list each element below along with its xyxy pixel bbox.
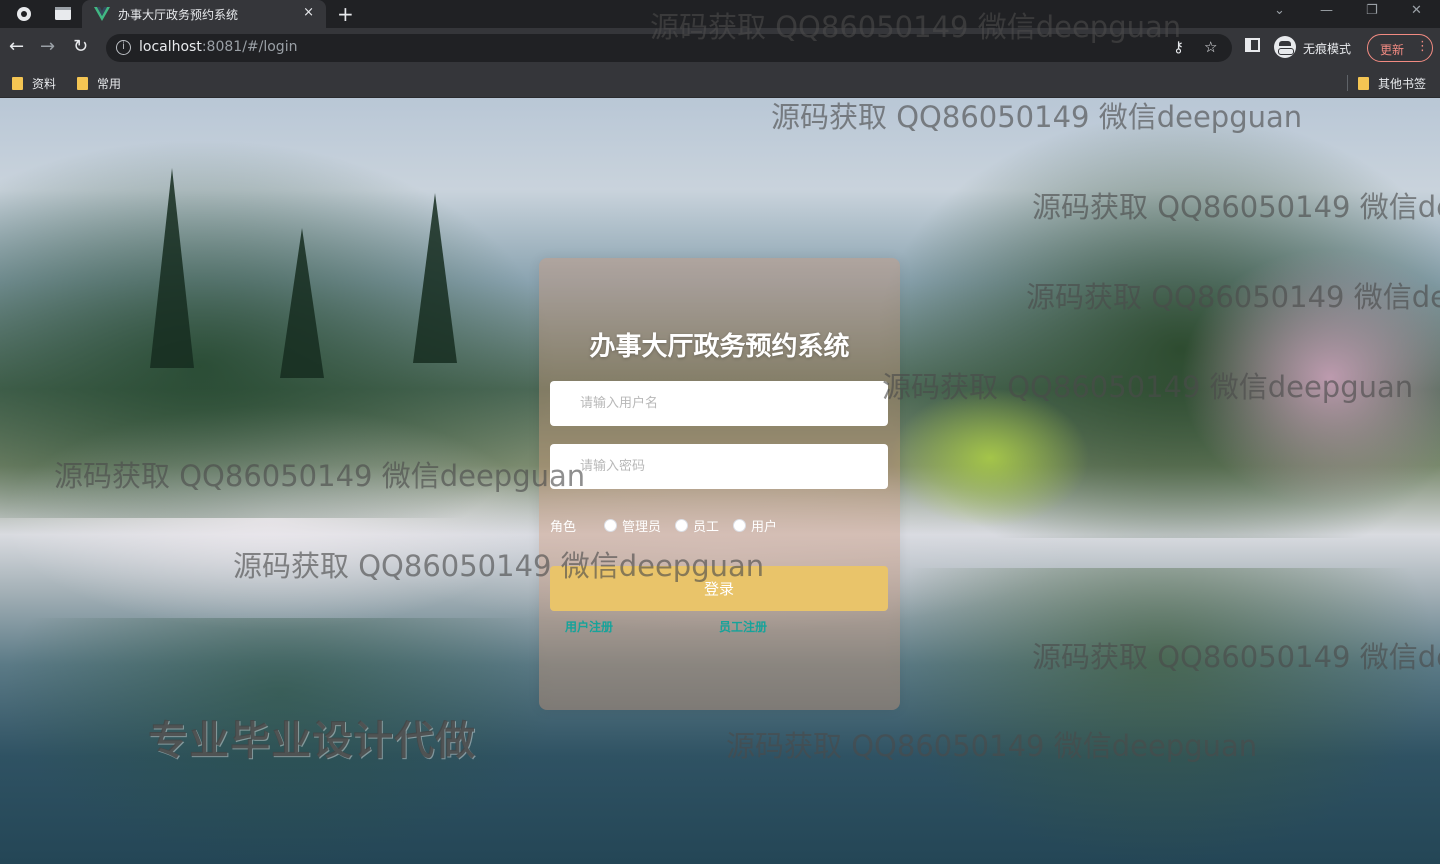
- watermark-text: 源码获取 QQ86050149 微信deepguan: [726, 729, 1258, 763]
- forward-icon[interactable]: →: [40, 36, 55, 57]
- url-text: localhost:8081/#/login: [139, 39, 298, 55]
- folder-icon: [1358, 76, 1369, 90]
- role-option-user[interactable]: 用户: [751, 516, 777, 535]
- bookmark-folder-changyong[interactable]: 常用: [77, 74, 121, 92]
- watermark-text: 源码获取 QQ86050149 微信deepguan: [1032, 640, 1440, 674]
- reload-icon[interactable]: ↻: [73, 36, 88, 57]
- watermark-text: 源码获取 QQ86050149 微信deepguan: [882, 370, 1414, 404]
- globe-icon[interactable]: [14, 4, 34, 24]
- folder-icon: [77, 76, 88, 90]
- role-label: 角色: [550, 519, 577, 535]
- info-icon[interactable]: i: [116, 40, 131, 55]
- role-selector: 角色 管理员 员工 用户: [550, 516, 791, 535]
- tab-title: 办事大厅政务预约系统: [118, 8, 239, 22]
- other-bookmarks[interactable]: 其他书签: [1358, 74, 1426, 92]
- star-icon[interactable]: ☆: [1204, 38, 1217, 56]
- watermark-text: 源码获取 QQ86050149 微信deepguan: [771, 100, 1303, 134]
- tab-strip-icon[interactable]: [53, 4, 73, 24]
- tab-search-icon[interactable]: ⌄: [1274, 3, 1285, 18]
- watermark-text: 源码获取 QQ86050149 微信deepguan: [650, 10, 1182, 44]
- watermark-text: 源码获取 QQ86050149 微信deepguan: [233, 549, 765, 583]
- incognito-icon: [1274, 36, 1296, 58]
- password-input[interactable]: [550, 444, 888, 489]
- staff-register-link[interactable]: 员工注册: [719, 618, 767, 635]
- watermark-text: 源码获取 QQ86050149 微信deepguan: [1026, 280, 1440, 314]
- user-register-link[interactable]: 用户注册: [565, 618, 613, 635]
- close-window-icon[interactable]: ✕: [1411, 3, 1422, 18]
- login-page-background: 办事大厅政务预约系统 角色 管理员 员工 用户 登录 用户注册 员工注册 源码获…: [0, 98, 1440, 864]
- minimize-icon[interactable]: —: [1320, 3, 1333, 18]
- role-radio-staff[interactable]: [675, 518, 689, 532]
- update-button[interactable]: 更新 ⋮: [1367, 34, 1433, 62]
- bookmarks-bar: 资料 常用 其他书签: [0, 68, 1440, 98]
- new-tab-button[interactable]: +: [337, 2, 354, 26]
- restore-icon[interactable]: ❐: [1366, 3, 1378, 18]
- system-title: 办事大厅政务预约系统: [589, 332, 850, 362]
- side-panel-icon[interactable]: [1245, 38, 1260, 52]
- promo-watermark: 专业毕业设计代做: [148, 718, 476, 764]
- lake-reflection-right: [880, 568, 1440, 864]
- watermark-text: 源码获取 QQ86050149 微信deepguan: [1032, 190, 1440, 224]
- pine-tree: [413, 193, 457, 363]
- menu-dots-icon: ⋮: [1416, 39, 1429, 54]
- username-input[interactable]: [550, 381, 888, 426]
- folder-icon: [12, 76, 23, 90]
- role-option-staff[interactable]: 员工: [693, 516, 719, 535]
- incognito-label[interactable]: 无痕模式: [1303, 40, 1351, 57]
- role-option-admin[interactable]: 管理员: [622, 516, 661, 535]
- vue-favicon-icon: [92, 4, 112, 24]
- tab-close-icon[interactable]: ×: [303, 5, 314, 20]
- pine-tree: [150, 168, 194, 368]
- role-radio-admin[interactable]: [604, 518, 618, 532]
- login-card: 办事大厅政务预约系统 角色 管理员 员工 用户 登录 用户注册 员工注册: [539, 258, 900, 710]
- update-label: 更新: [1380, 43, 1405, 57]
- bookmark-folder-ziliao[interactable]: 资料: [12, 74, 56, 92]
- watermark-text: 源码获取 QQ86050149 微信deepguan: [54, 459, 586, 493]
- green-tree: [890, 388, 1090, 528]
- back-icon[interactable]: ←: [9, 36, 24, 57]
- pine-tree: [280, 228, 324, 378]
- active-tab[interactable]: 办事大厅政务预约系统 ×: [82, 0, 326, 28]
- role-radio-user[interactable]: [733, 518, 747, 532]
- bookmark-separator: [1347, 75, 1348, 91]
